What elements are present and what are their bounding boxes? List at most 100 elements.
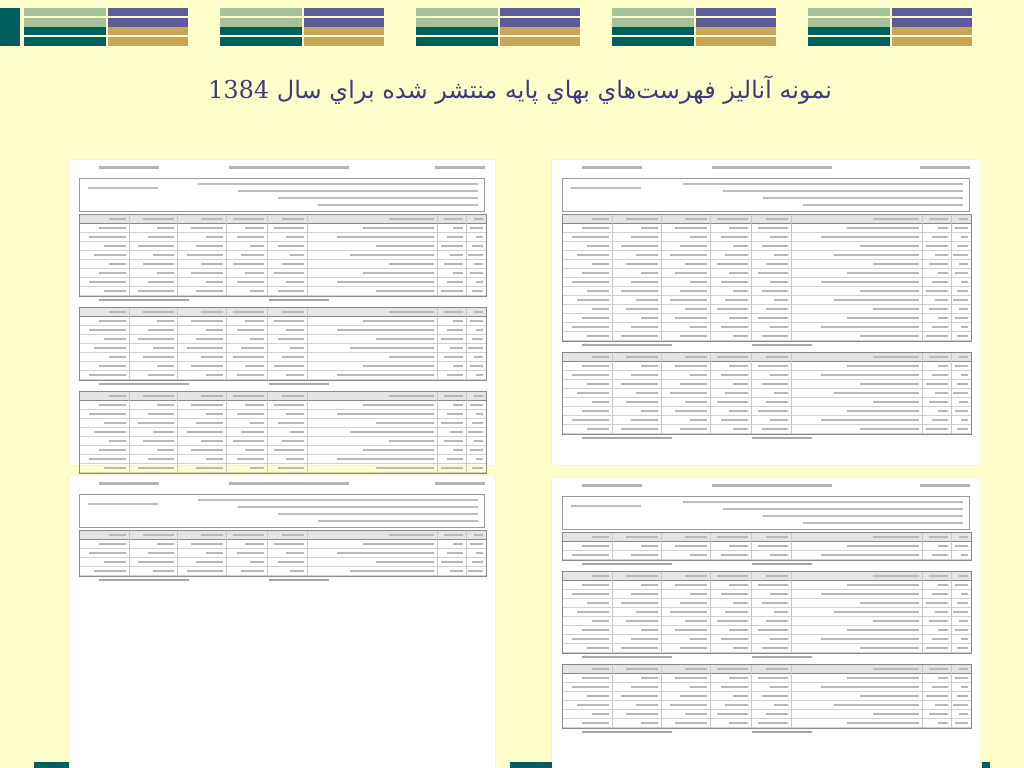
table-cell — [770, 236, 789, 238]
table-column-rule — [611, 533, 613, 560]
table-cell — [237, 374, 264, 376]
table-cell — [926, 602, 948, 604]
table-cell — [152, 431, 175, 433]
table-column-rule — [128, 531, 130, 576]
table-cell — [245, 320, 264, 322]
table-cell — [954, 545, 968, 547]
table-cell — [952, 704, 968, 706]
table-cell — [937, 545, 948, 547]
table-row — [80, 224, 486, 233]
table-row — [80, 269, 486, 278]
table-cell — [375, 422, 435, 424]
subtotal-line — [752, 731, 812, 733]
table-cell — [960, 419, 968, 421]
table-cell — [757, 410, 789, 412]
table-cell — [621, 647, 658, 649]
table-cell — [336, 329, 435, 331]
table-cell — [873, 713, 920, 715]
table-cell — [675, 227, 707, 229]
table-cell — [761, 335, 789, 337]
table-cell — [960, 326, 968, 328]
table-cell — [717, 308, 748, 310]
table-cell — [444, 311, 463, 313]
table-cell — [675, 584, 707, 586]
table-cell — [847, 227, 920, 229]
header-line — [238, 190, 478, 192]
table-row — [80, 251, 486, 260]
table-cell — [191, 404, 224, 406]
table-cell — [626, 668, 658, 670]
table-cell — [142, 356, 175, 358]
table-cell — [586, 602, 609, 604]
footer-strip — [510, 762, 552, 768]
table-cell — [689, 638, 707, 640]
table-cell — [196, 422, 224, 424]
subtotal-line — [582, 344, 672, 346]
table-cell — [770, 419, 789, 421]
table-cell — [577, 704, 609, 706]
table-row — [80, 371, 486, 380]
table-cell — [873, 575, 920, 577]
table-cell — [635, 254, 658, 256]
table-cell — [233, 534, 264, 536]
table-cell — [572, 419, 609, 421]
table-cell — [721, 686, 748, 688]
header-text — [99, 166, 159, 169]
table-cell — [152, 347, 175, 349]
table-cell — [98, 449, 126, 451]
table-column-rule — [307, 531, 309, 576]
table-cell — [847, 584, 920, 586]
table-cell — [761, 428, 789, 430]
table-cell — [847, 677, 920, 679]
table-row — [563, 296, 971, 305]
table-cell — [475, 552, 483, 554]
subtotal-line — [99, 383, 189, 385]
table-cell — [441, 290, 463, 292]
table-cell — [761, 383, 789, 385]
table-cell — [157, 272, 175, 274]
table-cell — [630, 236, 658, 238]
table-cell — [94, 347, 126, 349]
table-cell — [717, 620, 748, 622]
header-line — [198, 183, 478, 185]
page-header — [562, 166, 970, 176]
table-cell — [142, 440, 175, 442]
header-line — [318, 204, 478, 206]
table-cell — [640, 317, 658, 319]
table-cell — [282, 311, 305, 313]
table-cell — [640, 677, 658, 679]
table-cell — [157, 365, 175, 367]
table-cell — [934, 704, 948, 706]
table-cell — [388, 311, 435, 313]
table-cell — [956, 428, 968, 430]
table-cell — [206, 413, 224, 415]
table-column-rule — [922, 533, 924, 560]
table-row — [563, 590, 971, 599]
table-column-rule — [128, 215, 130, 296]
table-column-rule — [791, 665, 793, 728]
table-cell — [766, 356, 789, 358]
table-cell — [721, 326, 748, 328]
banner-edge-strip — [0, 8, 20, 46]
table-column-rule — [660, 533, 662, 560]
table-column-rule — [950, 665, 952, 728]
table-row — [563, 371, 971, 380]
table-column-rule — [611, 353, 613, 434]
table-cell — [675, 677, 707, 679]
table-cell — [733, 602, 748, 604]
table-cell — [958, 218, 968, 220]
table-cell — [960, 281, 968, 283]
table-cell — [290, 570, 305, 572]
subtotal-line — [99, 579, 189, 581]
table-cell — [630, 419, 658, 421]
banner-tile — [808, 8, 972, 46]
table-cell — [94, 254, 126, 256]
table-column-rule — [709, 665, 711, 728]
table-cell — [241, 431, 264, 433]
table-cell — [954, 410, 968, 412]
table-cell — [591, 356, 609, 358]
table-cell — [926, 290, 948, 292]
table-cell — [761, 647, 789, 649]
table-cell — [577, 254, 609, 256]
table-cell — [873, 668, 920, 670]
